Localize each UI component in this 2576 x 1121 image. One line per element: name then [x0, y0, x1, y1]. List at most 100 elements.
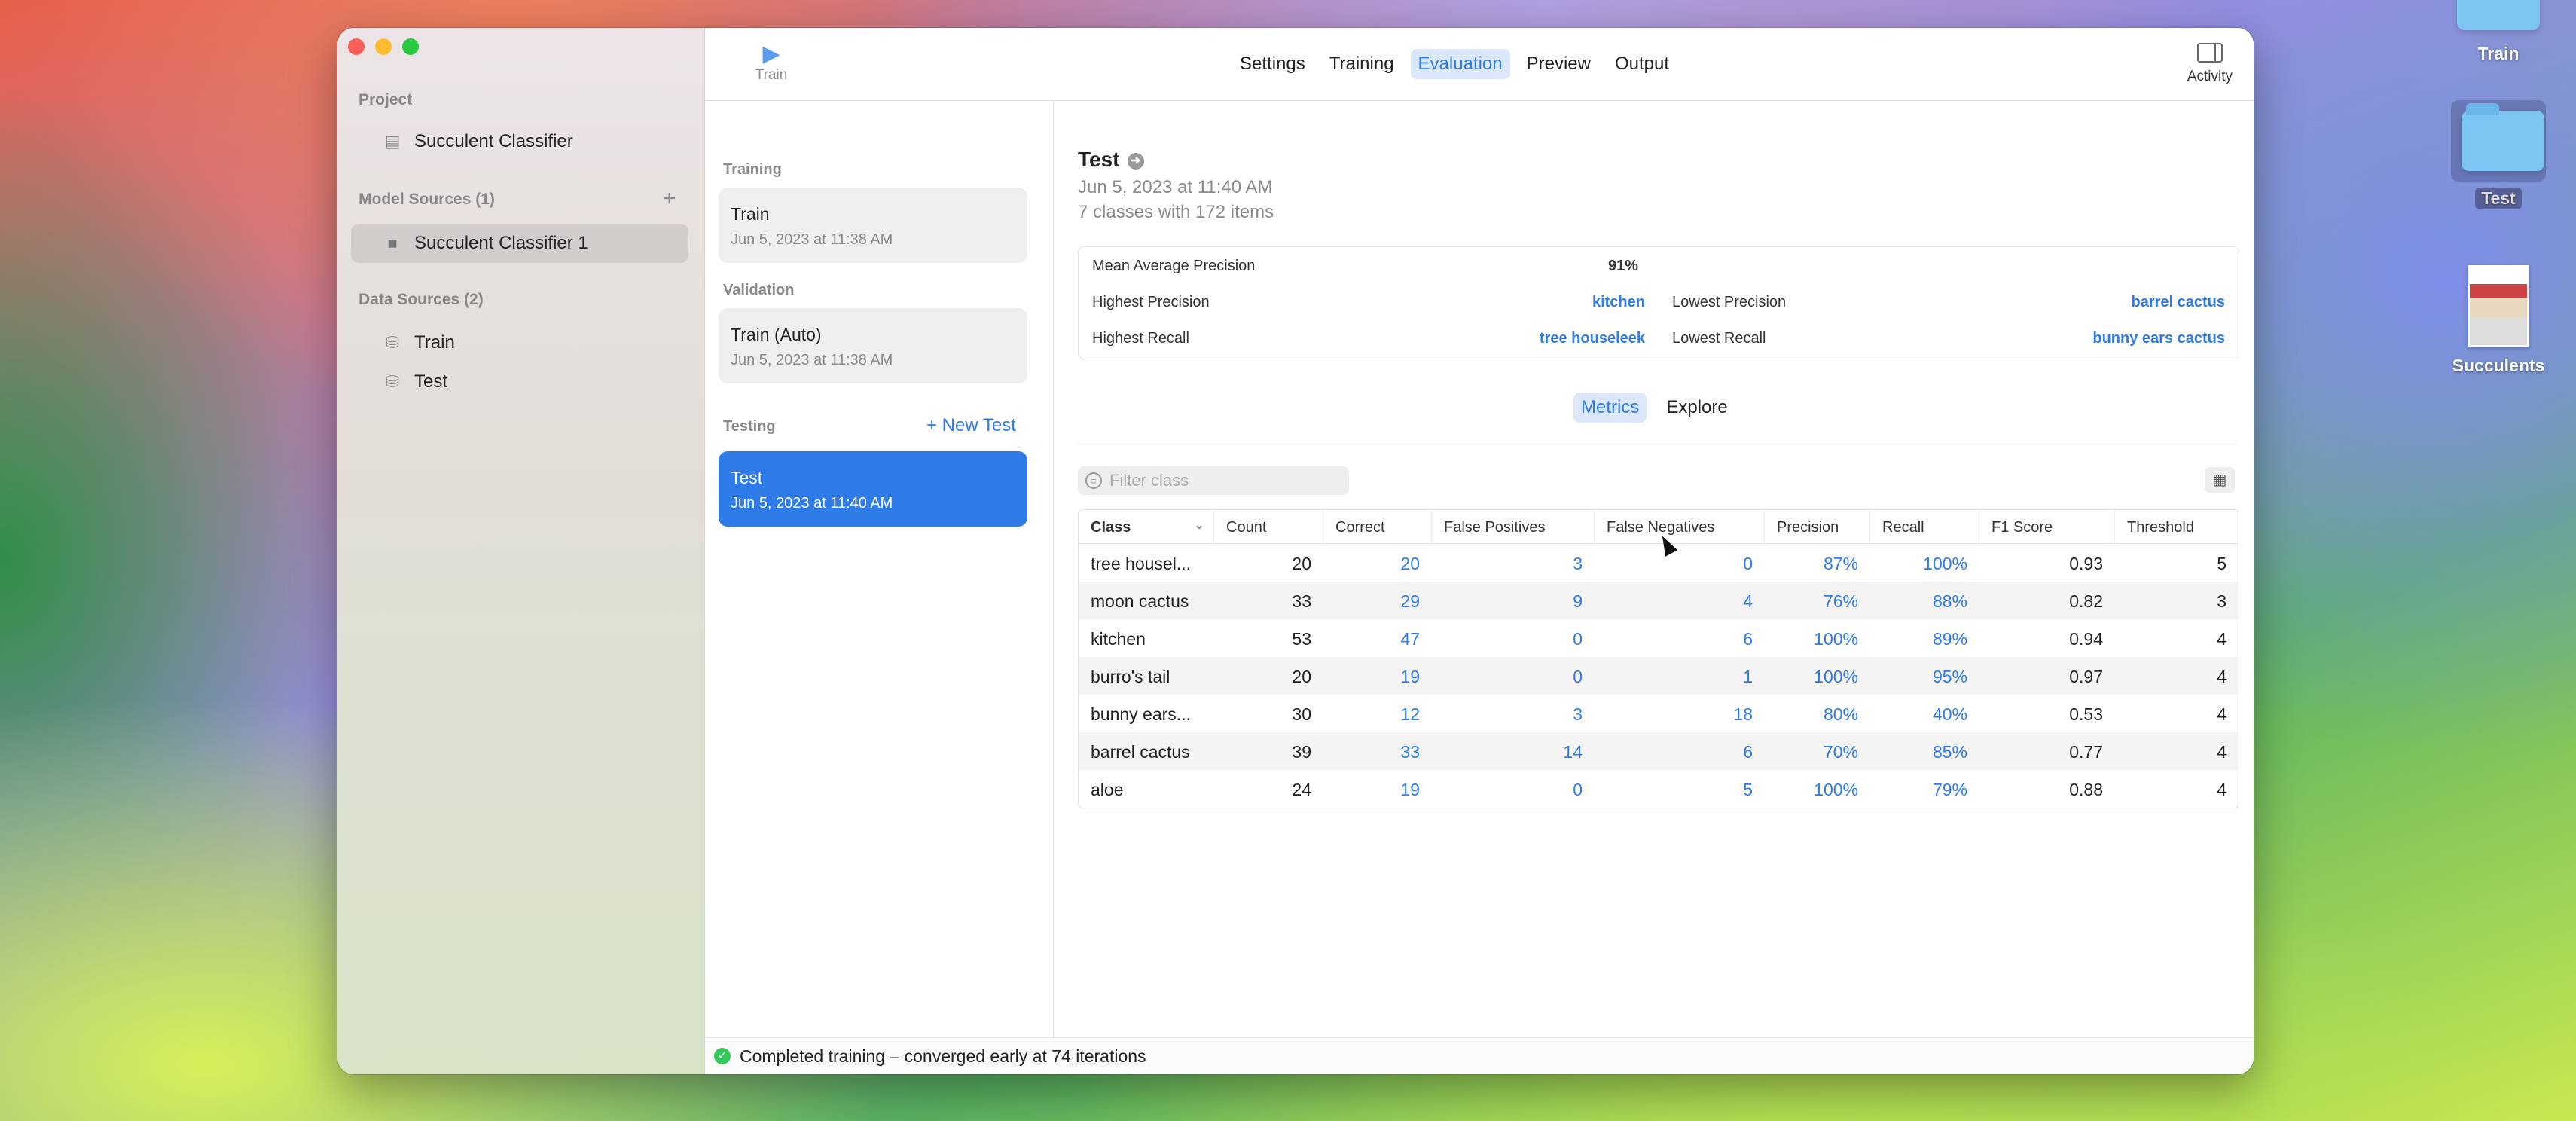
column-header-f1-score[interactable]: F1 Score: [1979, 510, 2115, 543]
cell-precision: 87%: [1823, 554, 1858, 573]
list-item-testing[interactable]: Test Jun 5, 2023 at 11:40 AM: [719, 451, 1027, 527]
cell-count: 20: [1292, 554, 1311, 573]
lowest-recall-label: Lowest Recall: [1672, 330, 1766, 347]
table-row[interactable]: bunny ears... 30 12 3 18 80% 40% 0.53 4: [1079, 695, 2239, 732]
cell-recall: 95%: [1932, 667, 1967, 686]
segment-metrics[interactable]: Metrics: [1573, 393, 1647, 423]
desktop-icon-label: Succulents: [2452, 356, 2545, 375]
filter-placeholder: Filter class: [1109, 471, 1189, 490]
cell-false-negatives: 4: [1743, 591, 1753, 611]
train-button[interactable]: ▶ Train: [741, 41, 801, 84]
cell-false-positives: 3: [1573, 554, 1583, 573]
folder-icon: [2457, 0, 2540, 30]
sidebar-item-model[interactable]: ■ Succulent Classifier 1: [351, 224, 688, 263]
cell-false-positives: 9: [1573, 591, 1583, 611]
column-header-false-negatives[interactable]: False Negatives: [1595, 510, 1765, 543]
table-row[interactable]: kitchen 53 47 0 6 100% 89% 0.94 4: [1079, 619, 2239, 657]
sidebar-item-project[interactable]: ▤ Succulent Classifier: [351, 122, 688, 161]
list-item-date: Jun 5, 2023 at 11:40 AM: [731, 495, 893, 512]
cell-precision: 76%: [1823, 591, 1858, 611]
tab-settings[interactable]: Settings: [1232, 49, 1313, 79]
lowest-recall-value[interactable]: bunny ears cactus: [2092, 330, 2225, 347]
desktop-icon-succulents[interactable]: Succulents: [2440, 265, 2556, 376]
evaluation-detail: Test ➜ Jun 5, 2023 at 11:40 AM 7 classes …: [1054, 101, 2254, 1038]
sidebar-item-label: Succulent Classifier 1: [414, 233, 588, 253]
arrow-right-circle-icon[interactable]: ➜: [1127, 152, 1144, 170]
cell-false-negatives: 18: [1733, 704, 1753, 724]
cell-class: tree housel...: [1091, 554, 1191, 573]
list-item-date: Jun 5, 2023 at 11:38 AM: [731, 352, 893, 368]
table-row[interactable]: tree housel... 20 20 3 0 87% 100% 0.93 5: [1079, 544, 2239, 582]
database-icon: ⛁: [385, 333, 400, 352]
cell-recall: 100%: [1923, 554, 1967, 573]
column-header-correct[interactable]: Correct: [1323, 510, 1432, 543]
column-header-threshold[interactable]: Threshold: [2115, 510, 2239, 543]
sidebar-item-train[interactable]: ⛁ Train: [351, 323, 688, 362]
cell-threshold: 4: [2217, 629, 2227, 649]
sidebar: Project ▤ Succulent Classifier Model Sou…: [337, 28, 705, 1074]
page-title-text: Test: [1078, 148, 1120, 171]
filter-class-input[interactable]: ≡ Filter class: [1078, 466, 1349, 495]
cell-false-positives: 14: [1563, 742, 1583, 762]
cell-precision: 100%: [1814, 629, 1858, 649]
status-bar: ✓ Completed training – converged early a…: [705, 1037, 2254, 1074]
tab-training[interactable]: Training: [1322, 49, 1402, 79]
tab-preview[interactable]: Preview: [1519, 49, 1598, 79]
map-label: Mean Average Precision: [1092, 258, 1256, 274]
activity-button[interactable]: Activity: [2187, 43, 2233, 85]
cell-f1-score: 0.88: [2069, 780, 2103, 799]
model-icon: ■: [387, 234, 398, 252]
cell-false-negatives: 6: [1743, 742, 1753, 762]
column-header-count[interactable]: Count: [1214, 510, 1323, 543]
image-thumbnail-icon: [2468, 265, 2529, 347]
cell-threshold: 4: [2217, 667, 2227, 686]
document-icon: ▤: [384, 132, 401, 151]
add-model-source-icon[interactable]: +: [663, 186, 676, 212]
cell-threshold: 5: [2217, 554, 2227, 573]
highest-recall-value[interactable]: tree houseleek: [1540, 330, 1645, 347]
tab-evaluation[interactable]: Evaluation: [1410, 49, 1510, 79]
page-title: Test ➜: [1078, 148, 1144, 172]
desktop-icon-label: Test: [2475, 188, 2522, 209]
cell-threshold: 4: [2217, 780, 2227, 799]
tab-output[interactable]: Output: [1607, 49, 1677, 79]
zoom-button[interactable]: [402, 38, 419, 55]
close-button[interactable]: [348, 38, 365, 55]
metrics-summary: Mean Average Precision 91% Highest Preci…: [1078, 246, 2239, 359]
cell-correct: 20: [1400, 554, 1420, 573]
list-item-training[interactable]: Train Jun 5, 2023 at 11:38 AM: [719, 188, 1027, 263]
highest-precision-value[interactable]: kitchen: [1592, 294, 1645, 311]
section-training: Training: [723, 161, 782, 178]
list-item-validation[interactable]: Train (Auto) Jun 5, 2023 at 11:38 AM: [719, 308, 1027, 383]
column-header-precision[interactable]: Precision: [1765, 510, 1870, 543]
column-header-recall[interactable]: Recall: [1870, 510, 1979, 543]
filter-icon: ≡: [1085, 472, 1102, 489]
section-validation: Validation: [723, 282, 795, 298]
table-options-icon[interactable]: ▦: [2205, 467, 2235, 493]
cell-precision: 100%: [1814, 667, 1858, 686]
cell-precision: 70%: [1823, 742, 1858, 762]
desktop-icon-train[interactable]: Train: [2457, 0, 2540, 64]
segment-explore[interactable]: Explore: [1659, 393, 1735, 423]
tab-bar: Settings Training Evaluation Preview Out…: [1232, 49, 1677, 79]
table-row[interactable]: moon cactus 33 29 9 4 76% 88% 0.82 3: [1079, 582, 2239, 619]
column-header-false-positives[interactable]: False Positives: [1432, 510, 1595, 543]
highest-recall-label: Highest Recall: [1092, 330, 1189, 347]
list-item-title: Test: [731, 468, 763, 487]
lowest-precision-value[interactable]: barrel cactus: [2131, 294, 2225, 311]
cell-count: 24: [1292, 780, 1311, 799]
column-header-class[interactable]: Class ⌄: [1079, 510, 1214, 543]
cell-false-negatives: 0: [1743, 554, 1753, 573]
cell-class: kitchen: [1091, 629, 1146, 649]
cell-precision: 100%: [1814, 780, 1858, 799]
table-row[interactable]: burro's tail 20 19 0 1 100% 95% 0.97 4: [1079, 657, 2239, 695]
sidebar-item-test[interactable]: ⛁ Test: [351, 362, 688, 402]
cell-class: barrel cactus: [1091, 742, 1190, 762]
table-row[interactable]: barrel cactus 39 33 14 6 70% 85% 0.77 4: [1079, 732, 2239, 770]
checkmark-circle-icon: ✓: [714, 1048, 731, 1064]
desktop-icon-test[interactable]: Test: [2451, 100, 2546, 209]
cell-count: 39: [1292, 742, 1311, 762]
minimize-button[interactable]: [375, 38, 392, 55]
table-row[interactable]: aloe 24 19 0 5 100% 79% 0.88 4: [1079, 770, 2239, 808]
new-test-button[interactable]: + New Test: [926, 415, 1016, 436]
